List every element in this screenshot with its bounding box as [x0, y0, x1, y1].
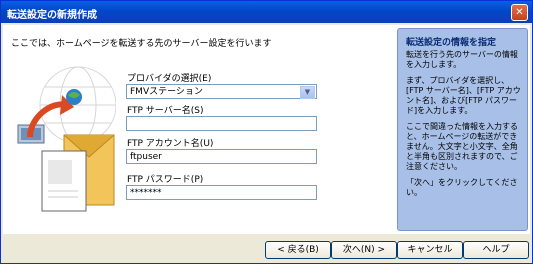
ftp-server-input[interactable]: [126, 116, 317, 131]
window-title: 転送設定の新規作成: [7, 10, 97, 21]
ftp-server-label: FTP サーバー名(S): [127, 106, 204, 116]
button-bar: < 戻る(B) 次へ(N) > キャンセル ヘルプ: [1, 237, 532, 261]
help-text-4: 「次へ」をクリックしてください。: [406, 178, 518, 197]
close-button[interactable]: ✕: [511, 4, 528, 21]
help-title: 転送設定の情報を指定: [406, 38, 497, 48]
help-text-3: ここで間違った情報を入力すると、ホームページの転送ができません。大文字と小文字、…: [406, 122, 518, 171]
ftp-password-label: FTP パスワード(P): [127, 175, 204, 185]
title-bar: 転送設定の新規作成 ✕: [1, 1, 532, 23]
document-icon: [41, 150, 87, 212]
upload-illustration: [16, 65, 116, 225]
back-button[interactable]: < 戻る(B): [265, 241, 331, 259]
provider-label: プロバイダの選択(E): [127, 74, 212, 84]
help-text-2: まず、プロバイダを選択し、[FTP サーバー名]、[FTP アカウント名]、およ…: [406, 76, 521, 115]
ftp-password-input[interactable]: *******: [126, 185, 317, 200]
dialog-window: 転送設定の新規作成 ✕ ここでは、ホームページを転送する先のサーバー設定を行いま…: [0, 0, 533, 264]
help-panel: 転送設定の情報を指定 転送を行う先のサーバーの情報を入力します。 まず、プロバイ…: [397, 28, 528, 231]
next-button[interactable]: 次へ(N) >: [331, 241, 397, 259]
content-panel: ここでは、ホームページを転送する先のサーバー設定を行います プロバイダの選択(E…: [3, 25, 530, 234]
help-text-1: 転送を行う先のサーバーの情報を入力します。: [406, 50, 518, 69]
cancel-button[interactable]: キャンセル: [397, 241, 463, 259]
intro-text: ここでは、ホームページを転送する先のサーバー設定を行います: [11, 39, 272, 49]
chevron-down-icon[interactable]: ▼: [300, 86, 315, 99]
close-icon: ✕: [515, 7, 524, 18]
help-button[interactable]: ヘルプ: [463, 241, 529, 259]
ftp-account-label: FTP アカウント名(U): [127, 139, 214, 149]
ftp-account-input[interactable]: ftpuser: [126, 149, 317, 164]
provider-select[interactable]: FMVステーション ▼: [126, 84, 317, 99]
provider-select-value: FMVステーション: [130, 87, 203, 97]
internet-globe-icon: [66, 89, 82, 105]
